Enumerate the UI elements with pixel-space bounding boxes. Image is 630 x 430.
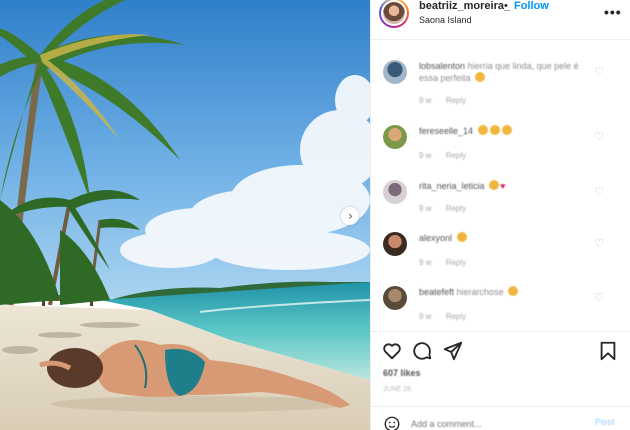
comment-meta: 9 w Reply xyxy=(419,96,478,105)
comment-time: 9 w xyxy=(419,96,432,105)
likes-count[interactable]: 607 likes xyxy=(383,368,421,378)
comment-text: rita_neria_leticia ♥ xyxy=(419,180,594,192)
post-side-panel: beatriiz_moreira_ • Follow Saona Island … xyxy=(370,0,630,430)
comment-meta: 9 w Reply xyxy=(419,151,478,160)
follow-button[interactable]: Follow xyxy=(514,0,549,12)
emoji-icon xyxy=(456,232,467,242)
emoji-icon xyxy=(475,72,486,82)
comment-username[interactable]: lobsalenton xyxy=(419,61,465,71)
comment-icon[interactable] xyxy=(411,340,433,362)
heart-emoji-icon: ♥ xyxy=(500,181,506,191)
comment-text: fereseelle_14 xyxy=(419,125,594,137)
comment-time: 9 w xyxy=(419,204,432,213)
author-username[interactable]: beatriiz_moreira_ xyxy=(419,0,510,12)
comment-body: hierarchose xyxy=(456,287,504,297)
emoji-icon xyxy=(489,125,500,135)
heart-icon[interactable]: ♡ xyxy=(593,66,605,78)
chevron-right-icon: › xyxy=(348,209,353,223)
beach-photo xyxy=(0,0,370,430)
emoji-icon xyxy=(501,125,512,135)
more-horizontal-icon[interactable]: ••• xyxy=(604,4,622,20)
emoji-icon xyxy=(508,286,519,296)
comment-username[interactable]: alexyonl xyxy=(419,233,452,243)
share-icon[interactable] xyxy=(442,340,464,362)
reply-link[interactable]: Reply xyxy=(446,151,466,160)
commenter-avatar[interactable] xyxy=(383,286,407,310)
comment-item: beatefeft hierarchose 9 w Reply ♡ xyxy=(371,286,630,331)
commenter-avatar[interactable] xyxy=(383,125,407,149)
heart-icon[interactable]: ♡ xyxy=(593,292,605,304)
heart-icon[interactable] xyxy=(381,340,403,362)
comment-username[interactable]: beatefeft xyxy=(419,287,454,297)
comment-input[interactable] xyxy=(411,417,581,430)
emoji-icon xyxy=(477,125,488,135)
comment-text: alexyonl xyxy=(419,232,594,244)
post-date[interactable]: JUNE 28 xyxy=(383,386,411,393)
comment-time: 9 w xyxy=(419,312,432,321)
post-location[interactable]: Saona Island xyxy=(419,15,472,25)
author-avatar[interactable] xyxy=(379,0,409,28)
comment-item: lobsalenton hierria que linda, que pele … xyxy=(371,60,630,112)
post-actions-bar xyxy=(371,340,630,364)
avatar-image xyxy=(383,2,405,24)
comments-list[interactable]: lobsalenton hierria que linda, que pele … xyxy=(371,40,630,332)
comment-text: lobsalenton hierria que linda, que pele … xyxy=(419,60,594,84)
post-header: beatriiz_moreira_ • Follow Saona Island … xyxy=(371,0,630,40)
comment-item: rita_neria_leticia ♥ 9 w Reply ♡ xyxy=(371,180,630,232)
reply-link[interactable]: Reply xyxy=(446,96,466,105)
post-photo[interactable]: › xyxy=(0,0,370,430)
reply-link[interactable]: Reply xyxy=(446,312,466,321)
commenter-avatar[interactable] xyxy=(383,60,407,84)
add-comment-bar: Post xyxy=(371,406,630,430)
reply-link[interactable]: Reply xyxy=(446,204,466,213)
reply-link[interactable]: Reply xyxy=(446,258,466,267)
comment-text: beatefeft hierarchose xyxy=(419,286,594,298)
comment-username[interactable]: fereseelle_14 xyxy=(419,126,473,136)
smiley-icon[interactable] xyxy=(383,415,401,430)
instagram-post-viewer: › beatriiz_moreira_ • Follow Saona Islan… xyxy=(0,0,630,430)
comment-time: 9 w xyxy=(419,258,432,267)
emoji-icon xyxy=(489,180,500,190)
commenter-avatar[interactable] xyxy=(383,180,407,204)
comment-time: 9 w xyxy=(419,151,432,160)
commenter-avatar[interactable] xyxy=(383,232,407,256)
separator-dot: • xyxy=(504,0,508,12)
next-photo-button[interactable]: › xyxy=(341,207,359,225)
comment-username[interactable]: rita_neria_leticia xyxy=(419,181,485,191)
post-comment-button[interactable]: Post xyxy=(595,417,615,427)
bookmark-icon[interactable] xyxy=(597,340,619,362)
heart-icon[interactable]: ♡ xyxy=(593,131,605,143)
heart-icon[interactable]: ♡ xyxy=(593,186,605,198)
comment-item: alexyonl 9 w Reply ♡ xyxy=(371,232,630,284)
heart-icon[interactable]: ♡ xyxy=(593,238,605,250)
comment-meta: 9 w Reply xyxy=(419,258,478,267)
comment-meta: 9 w Reply xyxy=(419,312,478,321)
comment-meta: 9 w Reply xyxy=(419,204,478,213)
comment-item: fereseelle_14 9 w Reply ♡ xyxy=(371,125,630,177)
